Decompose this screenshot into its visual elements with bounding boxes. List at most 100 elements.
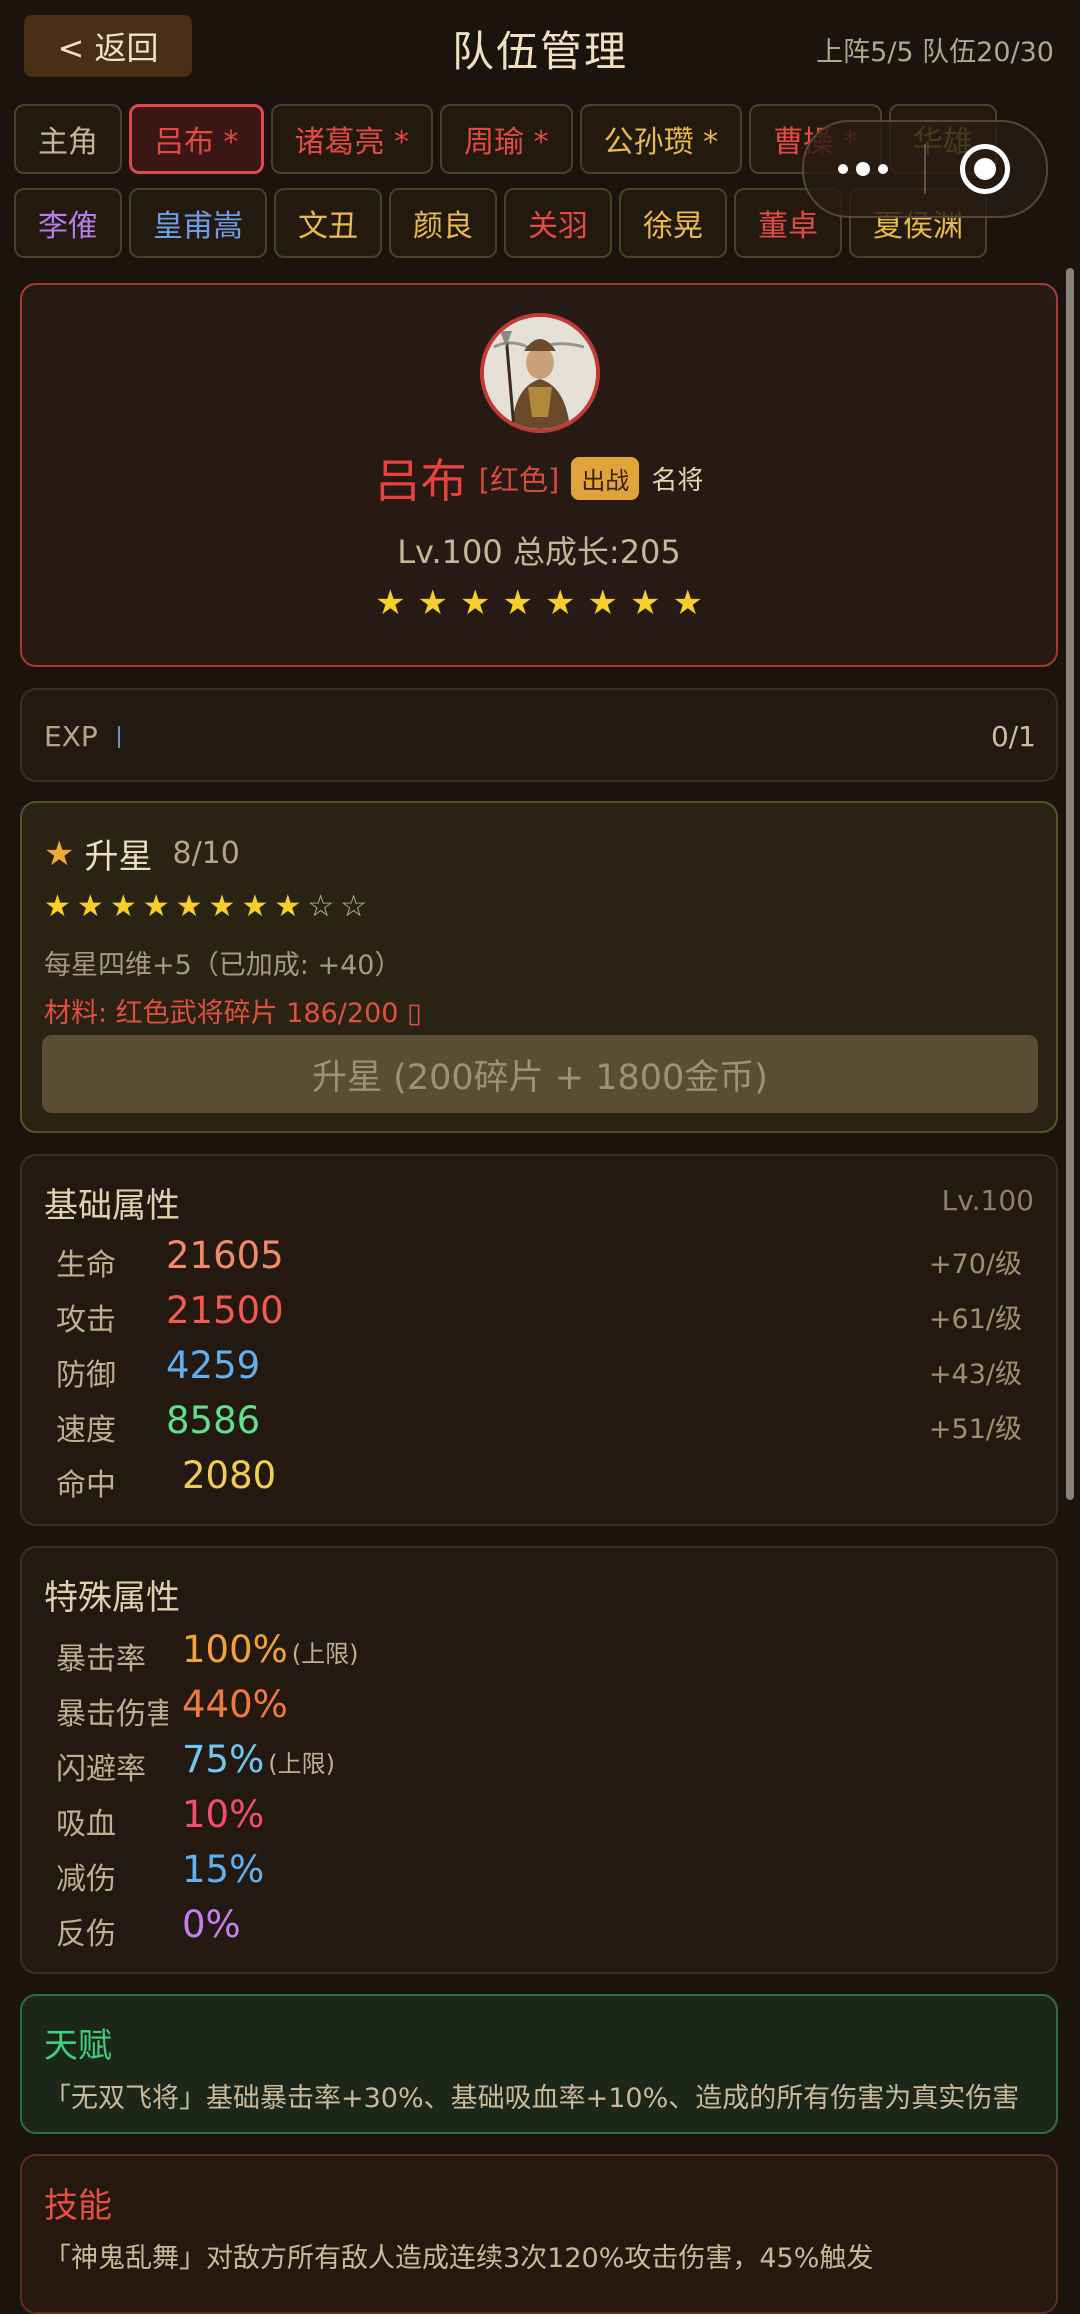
special-attribute-number: 15%	[182, 1848, 265, 1891]
star-upgrade-header: ★ 升星 8/10	[44, 829, 240, 878]
special-attribute-cap: (上限)	[268, 1750, 335, 1778]
hero-tab[interactable]: 主角	[14, 104, 122, 174]
hero-tab[interactable]: 关羽	[504, 188, 612, 258]
hero-tab[interactable]: 吕布 *	[129, 104, 264, 174]
attribute-label: 速度	[56, 1413, 116, 1448]
special-attribute-value: 15%	[182, 1848, 268, 1891]
attribute-row: 速度 8586 +51/级	[56, 1399, 1022, 1449]
star-icon: ★	[375, 583, 406, 623]
special-attribute-number: 10%	[182, 1793, 265, 1836]
attribute-label: 生命	[56, 1248, 116, 1283]
special-attribute-number: 100%	[182, 1628, 288, 1671]
attribute-growth: +70/级	[928, 1249, 1022, 1280]
attribute-value: 8586	[166, 1399, 261, 1442]
attribute-row: 命中 2080	[56, 1454, 1022, 1504]
special-attribute-value: 75% (上限)	[182, 1738, 335, 1781]
exp-label: EXP	[44, 720, 98, 753]
star-icon: ★	[417, 583, 449, 623]
hero-level-growth: Lv.100 总成长:205	[397, 533, 681, 571]
star-icon: ★	[587, 583, 618, 623]
special-attributes-title: 特殊属性	[44, 1578, 180, 1618]
star-icon: ★	[545, 583, 576, 623]
base-attributes-title: 基础属性	[44, 1186, 180, 1226]
star-upgrade-progress: 8/10	[172, 836, 240, 871]
hero-tab[interactable]: 李傕	[14, 188, 122, 258]
star-filled-icon: ★	[175, 889, 203, 924]
special-attribute-number: 440%	[182, 1683, 288, 1726]
skill-card: 技能 「神鬼乱舞」对敌方所有敌人造成连续3次120%攻击伤害，45%触发	[20, 2154, 1058, 2314]
attribute-label: 命中	[56, 1468, 116, 1503]
talent-card: 天赋 「无双飞将」基础暴击率+30%、基础吸血率+10%、造成的所有伤害为真实伤…	[20, 1994, 1058, 2134]
star-filled-icon: ★	[76, 889, 104, 924]
exp-card: EXP 0/1	[20, 688, 1058, 782]
attribute-value: 21500	[166, 1289, 284, 1332]
hero-tab[interactable]: 诸葛亮 *	[270, 104, 434, 174]
star-icon: ★	[460, 583, 491, 623]
special-attribute-label: 吸血	[56, 1807, 116, 1842]
special-attribute-value: 440%	[182, 1683, 292, 1726]
attribute-growth: +61/级	[928, 1304, 1022, 1335]
attribute-label: 防御	[56, 1358, 116, 1393]
hero-tab[interactable]: 周瑜 *	[440, 104, 573, 174]
star-filled-icon: ★	[274, 889, 302, 924]
hero-tab[interactable]: 公孙瓒 *	[579, 104, 743, 174]
special-attribute-value: 100% (上限)	[182, 1628, 359, 1671]
hero-tab[interactable]: 皇甫嵩	[129, 188, 267, 258]
star-bonus-text: 每星四维+5（已加成: +40）	[44, 950, 402, 981]
talent-description: 「无双飞将」基础暴击率+30%、基础吸血率+10%、造成的所有伤害为真实伤害	[44, 2083, 1020, 2114]
special-attribute-label: 暴击率	[56, 1642, 146, 1677]
star-upgrade-title: 升星	[84, 837, 153, 877]
special-attribute-number: 0%	[182, 1903, 241, 1946]
skill-description: 「神鬼乱舞」对敌方所有敌人造成连续3次120%攻击伤害，45%触发	[44, 2243, 874, 2274]
star-upgrade-rating: ★ ★ ★ ★ ★ ★ ★ ★ ☆ ☆	[44, 889, 367, 924]
star-icon: ★	[672, 583, 703, 623]
hero-avatar	[480, 313, 600, 433]
star-filled-icon: ★	[44, 889, 71, 924]
miniprogram-capsule	[802, 120, 1048, 218]
base-attributes-card: 基础属性 Lv.100 生命 21605 +70/级攻击 21500 +61/级防御 42…	[20, 1154, 1058, 1526]
close-miniprogram-icon[interactable]	[960, 144, 1010, 194]
deploy-badge: 出战	[571, 456, 640, 500]
special-attribute-label: 暴击伤害	[56, 1697, 168, 1732]
star-upgrade-button[interactable]: 升星 (200碎片 + 1800金币)	[42, 1035, 1038, 1113]
team-status: 上阵5/5 队伍20/30	[816, 37, 1054, 68]
hero-name-row: 吕布 [红色] 出战 名将	[22, 445, 1056, 511]
attribute-value: 4259	[166, 1344, 261, 1387]
attribute-label: 攻击	[56, 1303, 116, 1338]
base-attributes-level: Lv.100	[941, 1184, 1034, 1217]
special-attribute-label: 反伤	[56, 1917, 116, 1952]
scrollbar[interactable]	[1066, 268, 1074, 1500]
top-bar: < 返回 队伍管理 上阵5/5 队伍20/30	[0, 0, 1080, 92]
special-attribute-value: 0%	[182, 1903, 245, 1946]
hero-tab[interactable]: 徐晃	[619, 188, 727, 258]
star-empty-icon: ☆	[307, 889, 335, 924]
star-filled-icon: ★	[208, 889, 236, 924]
star-icon: ★	[502, 583, 533, 623]
special-attribute-cap: (上限)	[291, 1640, 359, 1668]
star-icon: ★	[629, 583, 661, 623]
hero-tab[interactable]: 文丑	[274, 188, 382, 258]
star-filled-icon: ★	[241, 889, 269, 924]
special-attribute-label: 闪避率	[56, 1752, 146, 1787]
star-icon: ★	[44, 833, 75, 874]
exp-value: 0/1	[990, 720, 1036, 753]
star-empty-icon: ☆	[340, 889, 368, 924]
hero-title-tag: 名将	[651, 465, 704, 496]
hero-tab[interactable]: 颜良	[389, 188, 497, 258]
more-icon[interactable]	[838, 152, 898, 186]
special-attribute-label: 减伤	[56, 1862, 116, 1897]
hero-rarity: [红色]	[478, 463, 560, 497]
attribute-growth: +43/级	[928, 1359, 1022, 1390]
attribute-row: 生命 21605 +70/级	[56, 1234, 1022, 1284]
special-attributes-card: 特殊属性 暴击率 100% (上限) 暴击伤害 440% 闪避率 75% (上限) 吸血 10% 减…	[20, 1546, 1058, 1974]
star-filled-icon: ★	[109, 889, 137, 924]
attribute-value: 2080	[182, 1454, 277, 1497]
star-filled-icon: ★	[142, 889, 170, 924]
exp-progress-bar	[118, 726, 120, 748]
special-attribute-number: 75%	[182, 1738, 265, 1781]
star-material-text: 材料: 红色武将碎片 186/200 ▯	[44, 998, 422, 1029]
skill-title: 技能	[44, 2186, 112, 2226]
special-attribute-value: 10%	[182, 1793, 268, 1836]
attribute-row: 攻击 21500 +61/级	[56, 1289, 1022, 1339]
hero-card: 吕布 [红色] 出战 名将 Lv.100 总成长:205 ★ ★ ★ ★ ★ ★ ★ ★	[20, 283, 1058, 667]
